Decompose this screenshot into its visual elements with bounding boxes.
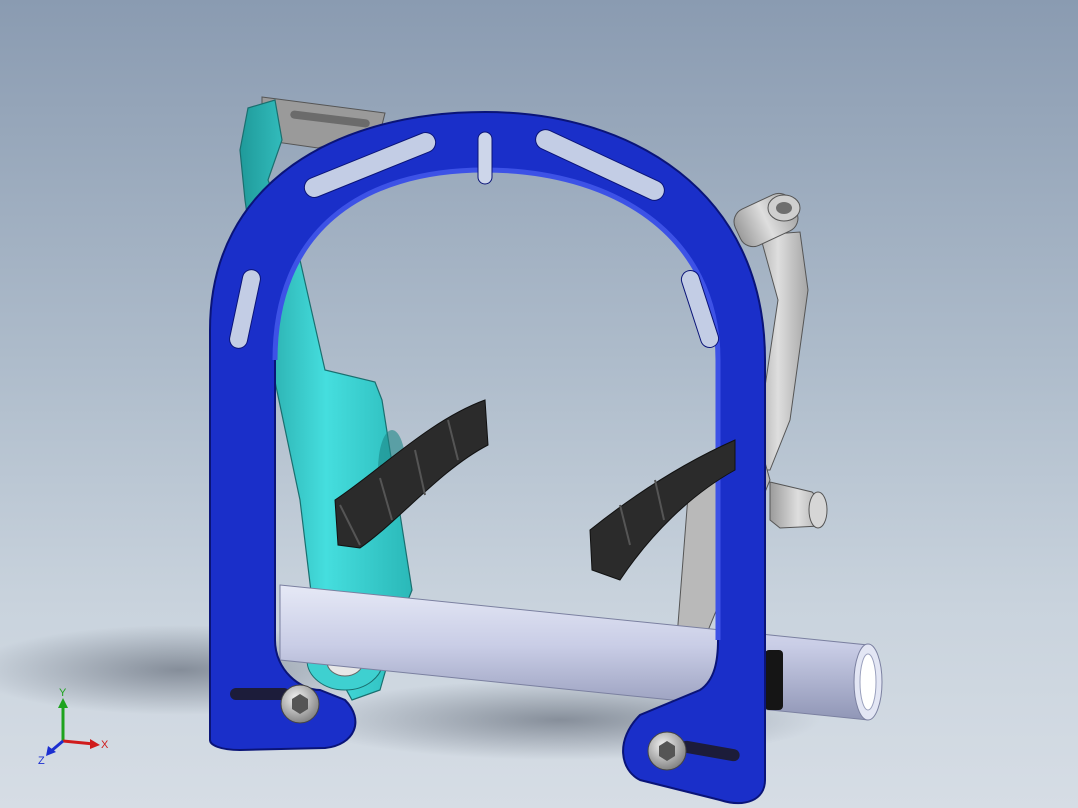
pivot-bolt-left[interactable] (280, 684, 320, 724)
coordinate-triad: Y X Z (38, 687, 109, 766)
graphics-viewport[interactable]: Y X Z (0, 0, 1078, 808)
x-axis-arrow-icon (90, 739, 100, 749)
x-axis-line (62, 739, 95, 746)
pivot-bolt-right[interactable] (647, 731, 687, 771)
y-axis-arrow-icon (58, 698, 68, 708)
triad-y-label: Y (59, 687, 67, 699)
triad-x-label: X (101, 739, 109, 751)
triad-z-label: Z (38, 755, 45, 766)
model-scene[interactable] (0, 0, 1078, 808)
